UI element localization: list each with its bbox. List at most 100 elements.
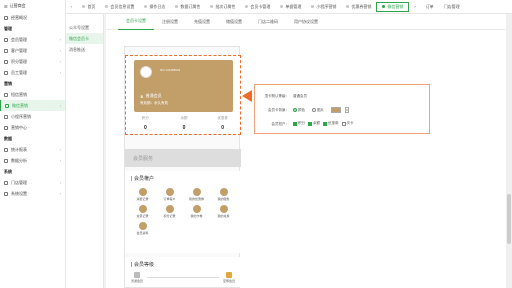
rights-item-icon <box>192 205 201 213</box>
top-tab-label: 数据订属性 <box>180 3 201 9</box>
card-stat: 余额 0 <box>165 116 204 131</box>
scrollbar-thumb[interactable] <box>507 194 511 244</box>
top-tab[interactable]: 单据管理 <box>275 0 306 14</box>
top-right-link[interactable]: 门店管理 <box>439 0 465 14</box>
settings-tab[interactable]: 注册设置 <box>154 14 186 30</box>
sidebar-header: ☰ 让营商会 <box>0 0 65 12</box>
pointer-arrow-icon <box>242 90 252 102</box>
settings-tab[interactable]: 门店二维码 <box>250 14 286 30</box>
top-tab[interactable]: 微信营销 <box>376 1 410 12</box>
card-number: NO.131268001 <box>160 68 181 72</box>
bg-option-image[interactable]: 图片 <box>312 108 324 113</box>
top-tab[interactable]: 会员信息设置 <box>100 0 139 14</box>
field-checkbox[interactable] <box>293 121 297 126</box>
top-tab[interactable]: 数据订属性 <box>170 0 205 14</box>
sidebar-item[interactable]: 数据分析 › <box>0 155 65 166</box>
sidebar-item[interactable]: 客户管理 › <box>0 45 65 56</box>
color-picker-dropdown-icon[interactable]: ▾ <box>345 107 349 113</box>
rights-item[interactable]: 会员资料 <box>129 222 156 235</box>
field-option[interactable]: 余额 <box>308 121 320 126</box>
settings-tab[interactable]: 用户协议设置 <box>286 14 326 30</box>
rights-item-label: 我的兑换 <box>217 214 230 218</box>
card-settings-panel: 顶卡默认等级： 普通会员 会员卡背景： 颜色 图片 ▾ 会员权户： 积分 余额 优惠… <box>254 84 430 134</box>
menu-item-icon <box>4 147 8 152</box>
tab-dot-icon <box>105 5 109 8</box>
rights-title-text: 会员権户 <box>134 176 155 182</box>
card-preview-highlight[interactable]: NO.131268001 ♛ 普通会员 有效期：永久有效 积分 0 余额 0 优惠券 0 <box>125 55 241 135</box>
sidebar-item[interactable]: 统计报表 › <box>0 144 65 155</box>
top-right-link[interactable]: 订单 <box>421 0 439 14</box>
sidebar-item[interactable]: 系统设置 › <box>0 188 65 199</box>
subnav-item[interactable]: 微信会员卡 <box>66 33 103 44</box>
sidebar-item-label: 门店管理 <box>11 179 27 185</box>
rights-item[interactable]: 充值记录 <box>129 205 156 218</box>
tab-dot-icon <box>280 5 284 8</box>
card-stat-label: 优惠券 <box>217 116 228 120</box>
level-end-label: 至尊会员 <box>222 279 235 283</box>
chevron-right-icon: › <box>59 37 61 42</box>
field-option[interactable]: 次卡 <box>341 121 354 126</box>
tab-dot-icon <box>144 5 148 8</box>
field-option[interactable]: 积分 <box>293 121 305 126</box>
top-tab[interactable]: 首页 <box>77 0 100 14</box>
sidebar-item-label: 会员管理 <box>11 36 27 42</box>
subnav-item[interactable]: 公众号设置 <box>66 22 103 33</box>
sidebar-item-label: 微信营销 <box>12 102 28 108</box>
radio-color[interactable] <box>293 108 297 112</box>
menu-item-icon <box>4 114 8 119</box>
sidebar-item[interactable]: 经营概况 <box>0 12 65 23</box>
menu-item-icon <box>4 15 8 20</box>
rights-item-label: 我的服务 <box>217 197 230 201</box>
bg-option-color[interactable]: 颜色 <box>293 108 305 113</box>
sidebar-item[interactable]: 营销中心 <box>0 122 65 133</box>
menu-item-icon <box>4 158 8 163</box>
sidebar-item[interactable]: 短信营销 <box>0 89 65 100</box>
menu-item-icon <box>4 59 8 64</box>
top-tab[interactable]: 会员卡管理 <box>240 0 275 14</box>
field-checkbox[interactable] <box>308 121 312 126</box>
card-level: ♛ 普通会员 <box>140 93 162 99</box>
subnav-item[interactable]: 消息推送 <box>66 44 103 55</box>
rights-item[interactable]: 积分记录 <box>156 205 183 218</box>
settings-tab[interactable]: 充值设置 <box>186 14 218 30</box>
level-track: 普通会员 至尊会员 <box>131 272 235 283</box>
tab-dot-icon <box>245 5 249 8</box>
top-tab-label: 单据管理 <box>285 3 302 9</box>
scrollbar[interactable] <box>506 14 512 288</box>
rights-item-label: 积分记录 <box>163 214 176 218</box>
rights-item[interactable]: 我的优惠券 <box>183 188 210 201</box>
crown-icon: ♛ <box>140 93 144 99</box>
sidebar-item[interactable]: 员工管理 › <box>0 67 65 78</box>
top-tab[interactable]: 操作日志 <box>139 0 170 14</box>
top-tab[interactable]: 优惠券营销 <box>341 0 376 14</box>
field-checkbox[interactable] <box>341 121 346 126</box>
sidebar-item[interactable]: 门店管理 › <box>0 177 65 188</box>
sub-navigation: 公众号设置 微信会员卡 消息推送 <box>66 14 104 288</box>
color-swatch[interactable] <box>331 107 341 113</box>
forward-arrow-icon[interactable]: › <box>409 0 420 14</box>
settings-tab[interactable]: 会员卡设置 <box>118 14 154 30</box>
rights-item[interactable]: 我的卡券 <box>183 205 210 218</box>
rights-item[interactable]: 我的服务 <box>210 188 237 201</box>
field-checkbox[interactable] <box>323 121 327 126</box>
top-tab[interactable]: 小程序营销 <box>306 0 341 14</box>
field-option[interactable]: 优惠券 <box>323 121 339 126</box>
sidebar-item[interactable]: 微信营销 › <box>0 100 65 111</box>
menu-item-icon <box>5 103 9 108</box>
rights-item[interactable]: 订单客户 <box>156 188 183 201</box>
rights-item[interactable]: 我的兑换 <box>210 205 237 218</box>
sidebar-item[interactable]: 小程序营销 <box>0 111 65 122</box>
radio-image[interactable] <box>312 108 316 112</box>
card-fields-label: 会员权户： <box>271 121 290 126</box>
back-arrow-icon[interactable]: ‹ <box>66 0 77 14</box>
sidebar-item-label: 短信营销 <box>11 91 27 97</box>
sidebar-item[interactable]: 积分管理 › <box>0 56 65 67</box>
settings-tab[interactable]: 储值设置 <box>218 14 250 30</box>
sidebar-item[interactable]: 会员管理 › <box>0 34 65 45</box>
card-level-name: 普通会员 <box>145 93 162 98</box>
chevron-right-icon: › <box>59 70 61 75</box>
rights-item[interactable]: 消费记录 <box>129 188 156 201</box>
tab-dot-icon <box>210 5 214 8</box>
menu-icon[interactable]: ☰ <box>4 4 8 9</box>
top-tab[interactable]: 批次订属性 <box>205 0 240 14</box>
